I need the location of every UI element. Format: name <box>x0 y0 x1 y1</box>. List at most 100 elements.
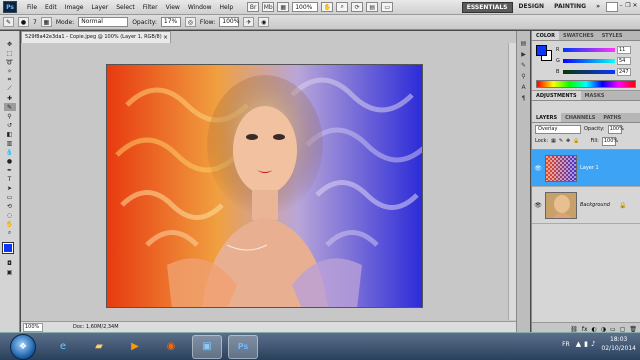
zoom-tool-icon[interactable]: ⌕ <box>336 2 349 12</box>
tab-masks[interactable]: MASKS <box>581 91 609 100</box>
screen-mode-icon[interactable]: ▣ <box>4 268 16 276</box>
brush-panel-icon[interactable]: ✎ <box>519 61 529 70</box>
screen-mode-icon[interactable]: ▭ <box>381 2 394 12</box>
extras-icon[interactable]: ▦ <box>277 2 290 12</box>
pen-tool-icon[interactable]: ✒ <box>4 166 16 174</box>
tool-preset-icon[interactable]: ✎ <box>3 17 14 27</box>
status-zoom-field[interactable]: 100% <box>23 322 43 332</box>
file-explorer-icon[interactable]: ▰ <box>84 335 114 359</box>
close-icon[interactable]: ✕ <box>632 2 638 9</box>
menu-select[interactable]: Select <box>112 4 139 11</box>
lasso-tool-icon[interactable]: ➰ <box>4 58 16 66</box>
blue-value[interactable]: 247 <box>617 67 631 76</box>
tab-styles[interactable]: STYLES <box>598 31 627 40</box>
dodge-tool-icon[interactable]: ● <box>4 157 16 165</box>
lock-all-icon[interactable]: 🔒 <box>573 138 579 144</box>
restore-icon[interactable]: ❐ <box>625 2 631 9</box>
tab-paths[interactable]: PATHS <box>599 113 625 122</box>
volume-icon[interactable]: ♪ <box>591 340 595 348</box>
clone-stamp-tool-icon[interactable]: ⚲ <box>4 112 16 120</box>
red-slider[interactable] <box>563 47 615 52</box>
start-button[interactable]: ❖ <box>10 333 36 360</box>
workspace-design[interactable]: DESIGN <box>515 2 549 13</box>
taskbar-app-icon[interactable]: ▣ <box>192 334 222 359</box>
visibility-eye-icon[interactable]: 👁 <box>534 165 542 172</box>
layer-opacity-field[interactable]: 100% <box>607 124 624 134</box>
blue-slider[interactable] <box>563 69 615 74</box>
bridge-icon[interactable]: Br <box>247 2 260 12</box>
blur-tool-icon[interactable]: 💧 <box>4 148 16 156</box>
hand-tool-icon[interactable]: ✋ <box>321 2 334 12</box>
quick-select-tool-icon[interactable]: ✧ <box>4 67 16 75</box>
3d-rotate-tool-icon[interactable]: ⟲ <box>4 202 16 210</box>
workspace-painting[interactable]: PAINTING <box>550 2 590 13</box>
menu-image[interactable]: Image <box>61 4 88 11</box>
tab-layers[interactable]: LAYERS <box>532 113 562 122</box>
crop-tool-icon[interactable]: ⌗ <box>4 76 16 84</box>
document-tab[interactable]: 529f8a42e3da1 - Copie.jpeg @ 100% (Layer… <box>21 31 171 43</box>
visibility-eye-icon[interactable]: 👁 <box>534 202 542 209</box>
fill-field[interactable]: 100% <box>601 136 618 146</box>
clock[interactable]: 18:03 02/10/2014 <box>601 335 636 353</box>
gradient-tool-icon[interactable]: ▥ <box>4 139 16 147</box>
lock-position-icon[interactable]: ✥ <box>566 138 570 144</box>
tab-adjustments[interactable]: ADJUSTMENTS <box>532 91 581 100</box>
workspace-essentials[interactable]: ESSENTIALS <box>461 2 513 13</box>
close-document-icon[interactable]: × <box>163 32 168 43</box>
marquee-tool-icon[interactable]: ⬚ <box>4 49 16 57</box>
character-panel-icon[interactable]: A <box>519 83 529 92</box>
layer-row[interactable]: 👁 Layer 1 <box>532 150 640 187</box>
layer-row[interactable]: 👁 Background 🔒 <box>532 187 640 224</box>
workspace-more[interactable]: » <box>592 2 604 13</box>
move-tool-icon[interactable]: ✥ <box>4 40 16 48</box>
network-icon[interactable]: ▮ <box>584 340 588 348</box>
minimize-icon[interactable]: – <box>618 2 624 9</box>
menu-edit[interactable]: Edit <box>41 4 61 11</box>
menu-help[interactable]: Help <box>216 4 238 11</box>
quick-mask-icon[interactable]: ◘ <box>4 259 16 267</box>
type-tool-icon[interactable]: T <box>4 175 16 183</box>
mini-bridge-icon[interactable]: Mb <box>262 2 275 12</box>
eyedropper-tool-icon[interactable]: ⟋ <box>4 85 16 93</box>
internet-explorer-icon[interactable]: e <box>48 335 78 359</box>
tab-swatches[interactable]: SWATCHES <box>559 31 598 40</box>
rotate-view-icon[interactable]: ⟳ <box>351 2 364 12</box>
opacity-field[interactable]: 17% <box>160 17 181 27</box>
menu-view[interactable]: View <box>162 4 184 11</box>
red-value[interactable]: 11 <box>617 45 631 54</box>
language-indicator[interactable]: FR <box>562 341 570 348</box>
shape-tool-icon[interactable]: ▭ <box>4 193 16 201</box>
cs-live-icon[interactable] <box>606 2 618 12</box>
eraser-tool-icon[interactable]: ◧ <box>4 130 16 138</box>
lock-transparent-icon[interactable]: ▦ <box>551 138 556 144</box>
healing-brush-tool-icon[interactable]: ✚ <box>4 94 16 102</box>
menu-file[interactable]: File <box>23 4 41 11</box>
menu-layer[interactable]: Layer <box>87 4 112 11</box>
firefox-icon[interactable]: ◉ <box>156 335 186 359</box>
lock-image-icon[interactable]: ✎ <box>559 138 563 144</box>
pressure-opacity-icon[interactable]: ◎ <box>184 17 196 27</box>
color-swatches[interactable] <box>1 242 18 258</box>
zoom-tool-icon[interactable]: ⌕ <box>4 229 16 237</box>
hand-tool-icon[interactable]: ✋ <box>4 220 16 228</box>
document-size-info[interactable]: Doc: 1,60M/2,34M <box>73 324 119 330</box>
layer-name[interactable]: Layer 1 <box>580 165 599 171</box>
3d-orbit-tool-icon[interactable]: ◌ <box>4 211 16 219</box>
green-slider[interactable] <box>563 58 615 63</box>
clone-source-icon[interactable]: ⚲ <box>519 72 529 81</box>
foreground-color-swatch[interactable] <box>1 242 14 254</box>
show-hidden-icons-icon[interactable]: ▲ <box>576 340 581 348</box>
color-spectrum-bar[interactable] <box>536 80 636 88</box>
paragraph-panel-icon[interactable]: ¶ <box>519 94 529 103</box>
path-select-tool-icon[interactable]: ➤ <box>4 184 16 192</box>
canvas-image[interactable] <box>106 64 423 308</box>
menu-filter[interactable]: Filter <box>139 4 162 11</box>
arrange-documents-icon[interactable]: ▤ <box>366 2 379 12</box>
history-brush-tool-icon[interactable]: ↺ <box>4 121 16 129</box>
vertical-scrollbar[interactable] <box>508 43 516 320</box>
brush-panel-icon[interactable]: ▦ <box>40 17 52 27</box>
photoshop-taskbar-icon[interactable]: Ps <box>228 334 258 359</box>
panel-foreground-swatch[interactable] <box>536 45 547 56</box>
brush-tool-icon[interactable]: ✎ <box>3 103 16 111</box>
menu-window[interactable]: Window <box>184 4 216 11</box>
